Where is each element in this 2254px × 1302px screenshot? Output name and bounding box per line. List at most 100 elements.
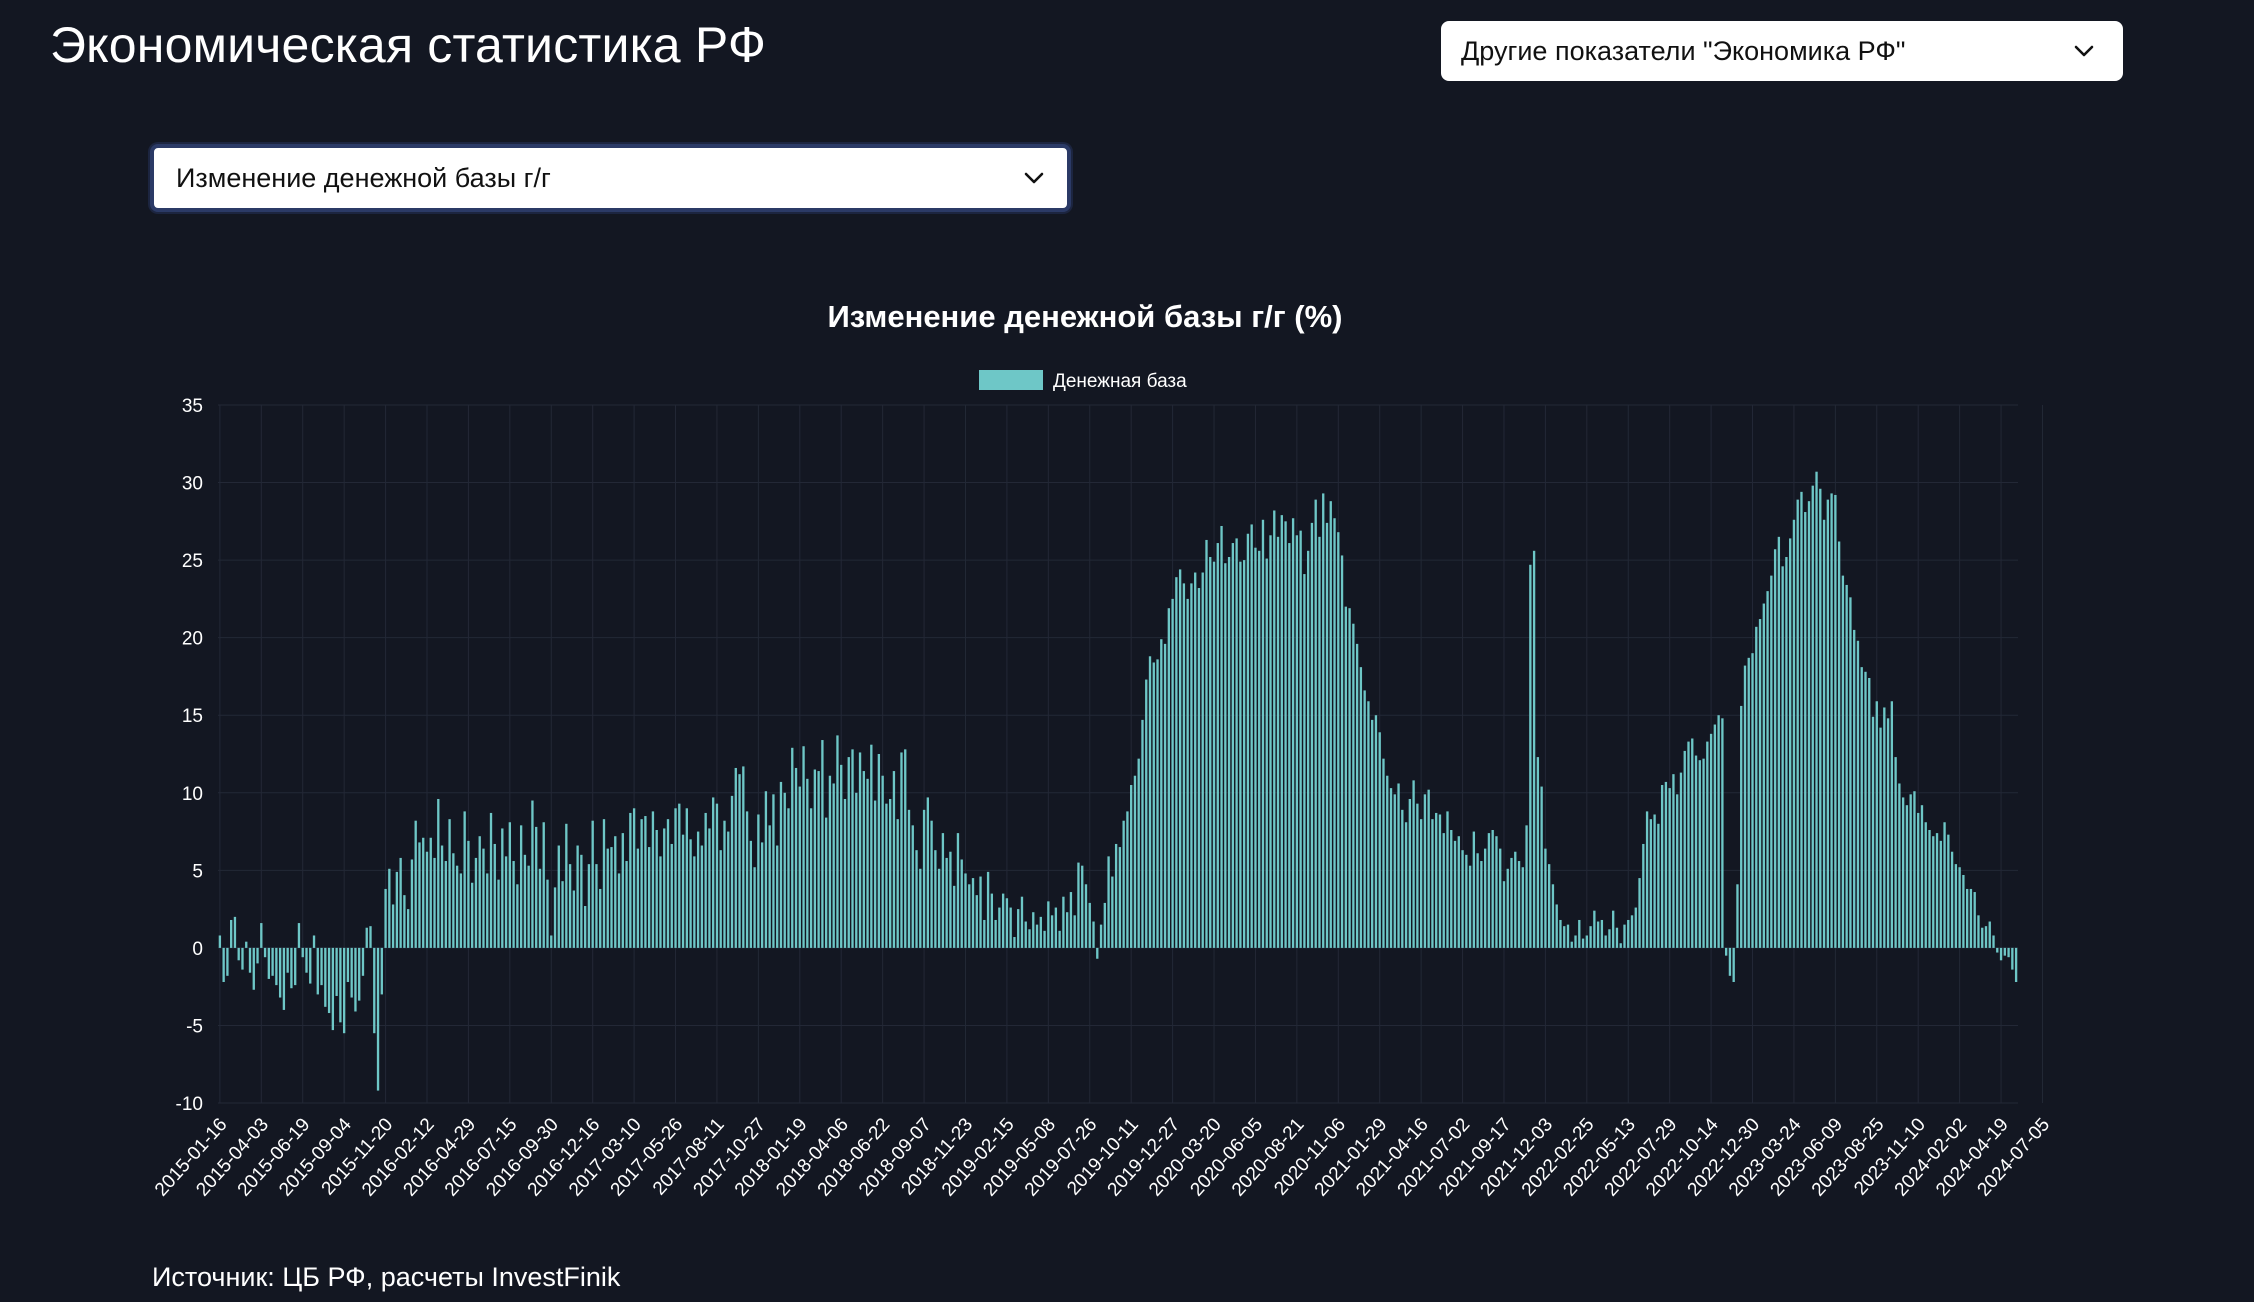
- chart-bar[interactable]: [1962, 874, 1965, 948]
- chart-bar[interactable]: [538, 868, 542, 948]
- chart-bar[interactable]: [1212, 561, 1216, 948]
- chart-bar[interactable]: [301, 947, 304, 958]
- chart-bar[interactable]: [459, 873, 463, 948]
- chart-bar[interactable]: [1638, 878, 1641, 948]
- chart-bar[interactable]: [1687, 741, 1690, 948]
- chart-bar[interactable]: [640, 819, 643, 948]
- chart-bar[interactable]: [768, 825, 771, 948]
- chart-bar[interactable]: [1676, 794, 1679, 948]
- chart-bar[interactable]: [1269, 535, 1272, 948]
- chart-bar[interactable]: [433, 857, 436, 948]
- chart-bar[interactable]: [1096, 947, 1099, 959]
- chart-bar[interactable]: [1307, 550, 1310, 948]
- chart-bar[interactable]: [1570, 941, 1573, 948]
- chart-bar[interactable]: [1517, 861, 1521, 948]
- chart-bar[interactable]: [463, 811, 466, 948]
- chart-bar[interactable]: [745, 811, 749, 948]
- chart-bar[interactable]: [1152, 662, 1155, 948]
- chart-bar[interactable]: [1480, 861, 1483, 948]
- chart-bar[interactable]: [1216, 543, 1219, 948]
- chart-bar[interactable]: [546, 879, 549, 948]
- chart-bar[interactable]: [655, 830, 658, 948]
- chart-bar[interactable]: [772, 794, 775, 948]
- chart-bar[interactable]: [557, 845, 560, 948]
- chart-bar[interactable]: [1917, 812, 1920, 948]
- chart-bar[interactable]: [986, 871, 990, 948]
- chart-bar[interactable]: [681, 834, 685, 948]
- chart-bar[interactable]: [1928, 830, 1931, 948]
- chart-bar[interactable]: [1668, 788, 1671, 948]
- chart-bar[interactable]: [497, 879, 500, 948]
- chart-bar[interactable]: [809, 808, 813, 948]
- chart-bar[interactable]: [1371, 719, 1374, 948]
- chart-bar[interactable]: [335, 947, 338, 996]
- chart-bar[interactable]: [783, 792, 786, 948]
- chart-bar[interactable]: [550, 935, 553, 948]
- chart-bar[interactable]: [278, 947, 282, 998]
- chart-bar[interactable]: [327, 947, 331, 1014]
- chart-bar[interactable]: [1009, 907, 1012, 948]
- chart-bar[interactable]: [531, 800, 534, 948]
- chart-bar[interactable]: [1092, 921, 1095, 948]
- chart-bar[interactable]: [855, 792, 858, 948]
- chart-bar[interactable]: [1043, 930, 1046, 948]
- chart-bar[interactable]: [1081, 865, 1084, 948]
- chart-bar[interactable]: [512, 861, 515, 948]
- chart-bar[interactable]: [1028, 929, 1031, 948]
- chart-bar[interactable]: [1088, 902, 1091, 948]
- chart-bar[interactable]: [885, 803, 888, 948]
- chart-bar[interactable]: [873, 800, 877, 948]
- chart-bar[interactable]: [1103, 902, 1106, 948]
- chart-bar[interactable]: [1777, 536, 1781, 948]
- chart-bar[interactable]: [1883, 707, 1886, 948]
- chart-bar[interactable]: [1310, 522, 1314, 948]
- chart-bar[interactable]: [1111, 876, 1114, 948]
- chart-bar[interactable]: [1408, 798, 1411, 948]
- chart-bar[interactable]: [1548, 864, 1551, 948]
- chart-bar[interactable]: [1017, 909, 1020, 948]
- chart-bar[interactable]: [791, 747, 794, 948]
- chart-bar[interactable]: [1514, 851, 1517, 948]
- chart-bar[interactable]: [1487, 833, 1491, 948]
- chart-bar[interactable]: [757, 814, 760, 948]
- chart-bar[interactable]: [1830, 493, 1833, 948]
- chart-bar[interactable]: [670, 843, 673, 948]
- chart-bar[interactable]: [561, 881, 564, 948]
- chart-bar[interactable]: [1194, 572, 1197, 948]
- chart-bar[interactable]: [1954, 864, 1958, 948]
- chart-bar[interactable]: [1352, 623, 1355, 948]
- chart-bar[interactable]: [889, 798, 892, 948]
- chart-bar[interactable]: [689, 839, 692, 948]
- chart-bar[interactable]: [1724, 947, 1728, 956]
- chart-bar[interactable]: [1374, 715, 1378, 948]
- chart-bar[interactable]: [1265, 558, 1268, 948]
- chart-bar[interactable]: [1047, 901, 1050, 948]
- chart-bar[interactable]: [1612, 910, 1615, 948]
- chart-bar[interactable]: [1950, 851, 1954, 948]
- chart-bar[interactable]: [471, 882, 474, 948]
- chart-bar[interactable]: [316, 947, 319, 995]
- chart-bar[interactable]: [1819, 488, 1822, 948]
- chart-bar[interactable]: [583, 906, 587, 948]
- chart-bar[interactable]: [1476, 853, 1479, 948]
- chart-bar[interactable]: [813, 769, 817, 948]
- chart-bar[interactable]: [1325, 522, 1329, 948]
- chart-bar[interactable]: [934, 850, 937, 948]
- chart-bar[interactable]: [1050, 915, 1054, 948]
- chart-bar[interactable]: [1619, 943, 1622, 948]
- chart-bar[interactable]: [866, 778, 869, 948]
- other-indicators-dropdown[interactable]: Другие показатели "Экономика РФ": [1441, 21, 2123, 81]
- chart-bar[interactable]: [1186, 598, 1189, 948]
- chart-bar[interactable]: [599, 888, 602, 948]
- chart-bar[interactable]: [1679, 772, 1683, 948]
- chart-bar[interactable]: [395, 871, 399, 948]
- chart-bar[interactable]: [1604, 935, 1607, 948]
- chart-bar[interactable]: [696, 831, 700, 948]
- chart-bar[interactable]: [998, 907, 1001, 948]
- chart-bar[interactable]: [1276, 536, 1280, 948]
- chart-bar[interactable]: [632, 808, 636, 948]
- chart-bar[interactable]: [919, 868, 922, 948]
- chart-bar[interactable]: [1318, 536, 1321, 948]
- chart-bar[interactable]: [960, 859, 963, 948]
- chart-bar[interactable]: [1389, 788, 1393, 948]
